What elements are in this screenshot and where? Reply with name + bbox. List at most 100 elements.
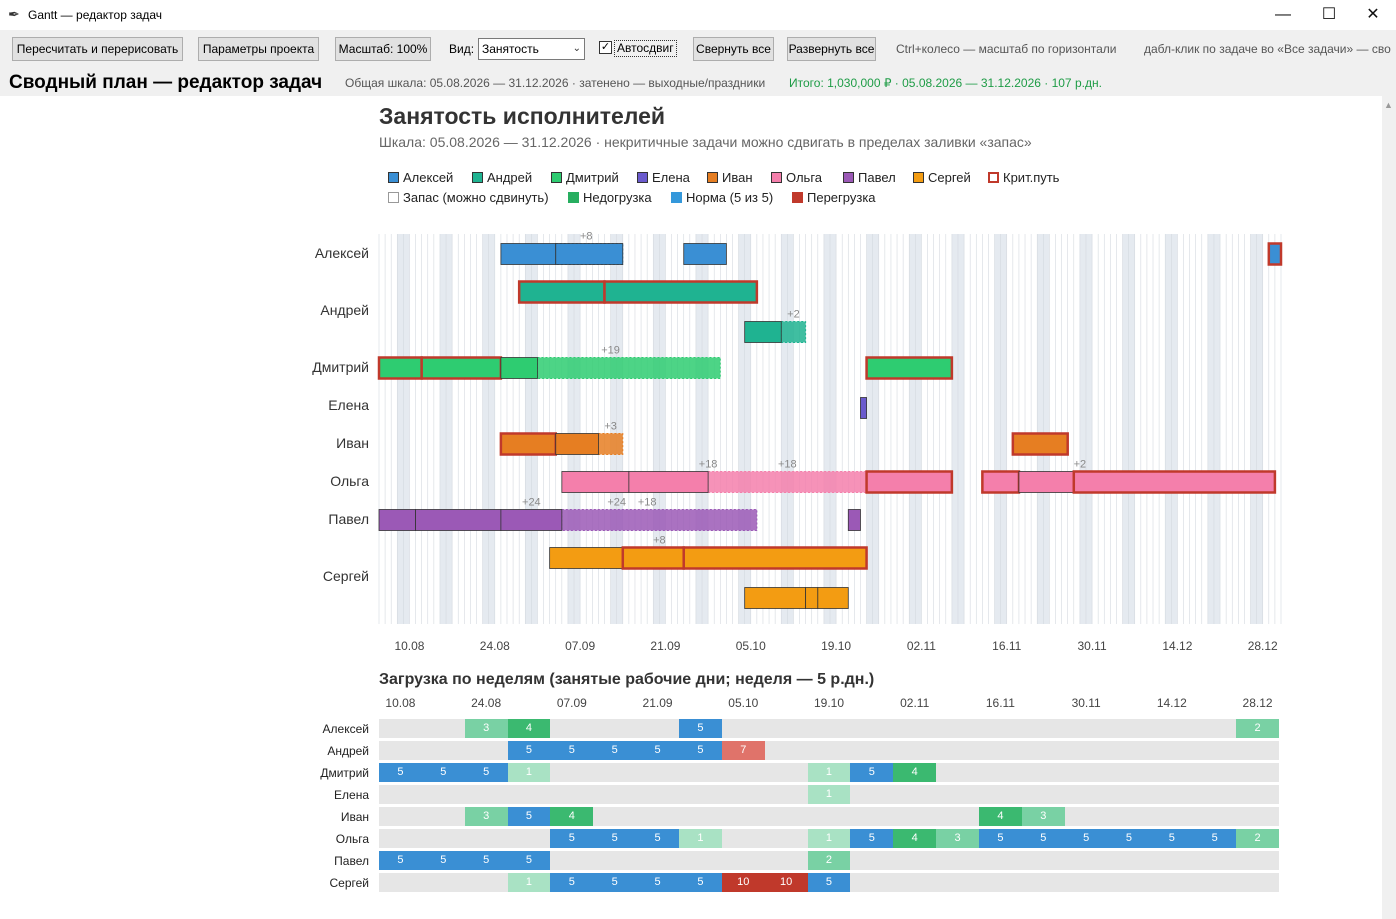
task-bar[interactable]	[555, 433, 599, 455]
load-cell: 5	[807, 873, 851, 892]
load-title: Загрузка по неделям (занятые рабочие дни…	[379, 671, 875, 688]
critical-task-bar[interactable]	[1267, 242, 1283, 266]
task-bar[interactable]	[1018, 471, 1075, 493]
load-cell: 5	[421, 763, 465, 782]
load-cell: 5	[679, 719, 722, 738]
task-bar[interactable]	[683, 243, 727, 265]
critical-task-bar[interactable]	[1011, 432, 1069, 456]
collapse-all-button[interactable]: Свернуть все	[693, 37, 774, 61]
load-row-label: Дмитрий	[320, 766, 369, 780]
load-row-label: Елена	[334, 788, 369, 802]
task-bar[interactable]	[415, 509, 502, 531]
critical-task-bar[interactable]	[603, 280, 759, 304]
task-bar[interactable]	[549, 547, 624, 569]
week-tick-label: 28.12	[1242, 696, 1273, 710]
feather-icon: ✒	[8, 6, 20, 22]
chart-canvas[interactable]: Занятость исполнителей Шкала: 05.08.2026…	[0, 96, 1382, 919]
critical-task-bar[interactable]	[682, 546, 868, 570]
maximize-button[interactable]: ☐	[1306, 0, 1352, 30]
load-cell: 5	[1150, 829, 1194, 848]
load-row: 35443	[379, 807, 1279, 826]
load-cell: 4	[893, 763, 937, 782]
zoom-hint: Ctrl+колесо — масштаб по горизонтали	[896, 42, 1117, 56]
slack-fill[interactable]	[536, 357, 721, 379]
load-cell: 5	[550, 873, 594, 892]
critical-task-bar[interactable]	[981, 470, 1021, 494]
critical-task-bar[interactable]	[621, 546, 685, 570]
slack-fill[interactable]	[707, 471, 868, 493]
critical-task-bar[interactable]	[377, 356, 423, 380]
critical-task-bar[interactable]	[420, 356, 503, 380]
load-row: 555557	[379, 741, 1279, 760]
task-bar[interactable]	[500, 243, 557, 265]
week-tick-label: 05.10	[728, 696, 759, 710]
load-cell: 3	[936, 829, 979, 848]
load-cell: 4	[893, 829, 937, 848]
autoshift-label[interactable]: Автосдвиг	[614, 40, 677, 57]
recalc-button[interactable]: Пересчитать и перерисовать	[12, 37, 183, 61]
load-cell: 5	[679, 873, 722, 892]
load-cell: 1	[507, 873, 551, 892]
task-bar[interactable]	[500, 509, 563, 531]
person-label: Иван	[336, 435, 369, 451]
person-label: Павел	[328, 511, 369, 527]
task-bar[interactable]	[378, 509, 416, 531]
load-cell: 4	[979, 807, 1022, 826]
header-row: Сводный план — редактор задач Общая шкал…	[0, 66, 1396, 96]
person-label: Алексей	[314, 245, 369, 261]
week-tick-label: 14.12	[1156, 696, 1187, 710]
load-cell: 5	[679, 741, 722, 760]
slack-label: +3	[604, 421, 617, 433]
toolbar: Пересчитать и перерисовать Параметры про…	[0, 30, 1396, 66]
expand-all-button[interactable]: Развернуть все	[787, 37, 876, 61]
vertical-scrollbar[interactable]: ▲	[1382, 96, 1396, 919]
task-bar[interactable]	[805, 587, 819, 609]
scroll-up-icon[interactable]: ▲	[1384, 100, 1393, 110]
load-row-label: Иван	[340, 810, 369, 824]
slack-fill[interactable]	[780, 321, 807, 343]
slack-label: +8	[580, 231, 593, 243]
load-cell: 5	[1064, 829, 1108, 848]
critical-task-bar[interactable]	[865, 356, 954, 380]
load-row-label: Сергей	[329, 876, 369, 890]
autoshift-checkbox[interactable]: ✓	[599, 41, 612, 54]
load-cell: 2	[1236, 719, 1279, 738]
load-cell: 5	[507, 807, 551, 826]
load-row-label: Андрей	[327, 744, 369, 758]
task-bar[interactable]	[860, 397, 867, 419]
load-cell: 5	[379, 763, 422, 782]
critical-task-bar[interactable]	[865, 470, 954, 494]
load-cell: 1	[807, 763, 851, 782]
task-bar[interactable]	[817, 587, 849, 609]
task-bar[interactable]	[744, 587, 807, 609]
task-bar[interactable]	[847, 509, 861, 531]
task-bar[interactable]	[500, 357, 538, 379]
load-cell: 5	[593, 741, 637, 760]
view-select[interactable]: Занятость ⌄	[478, 38, 585, 60]
person-label: Ольга	[330, 473, 369, 489]
load-cell: 5	[507, 741, 551, 760]
critical-task-bar[interactable]	[1072, 470, 1277, 494]
slack-fill[interactable]	[597, 433, 624, 455]
minimize-button[interactable]: —	[1260, 0, 1306, 30]
project-params-button[interactable]: Параметры проекта	[198, 37, 319, 61]
task-bar[interactable]	[628, 471, 709, 493]
task-bar[interactable]	[555, 243, 624, 265]
load-cell: 5	[421, 851, 465, 870]
task-bar[interactable]	[561, 471, 630, 493]
load-cell: 5	[979, 829, 1022, 848]
slack-fill[interactable]	[561, 509, 758, 531]
load-cell: 2	[807, 851, 851, 870]
load-row: 34 5 2	[379, 719, 1279, 738]
slack-label: +19	[601, 345, 620, 357]
load-cell: 10	[764, 873, 808, 892]
x-tick-label: 10.08	[394, 639, 425, 653]
scale-button[interactable]: Масштаб: 100%	[335, 37, 431, 61]
x-tick-label: 16.11	[992, 639, 1022, 653]
load-cell: 1	[507, 763, 551, 782]
task-bar[interactable]	[744, 321, 782, 343]
critical-task-bar[interactable]	[517, 280, 606, 304]
totals-summary: Итого: 1,030,000 ₽ · 05.08.2026 — 31.12.…	[789, 76, 1102, 90]
critical-task-bar[interactable]	[499, 432, 557, 456]
close-button[interactable]: ✕	[1350, 0, 1396, 30]
